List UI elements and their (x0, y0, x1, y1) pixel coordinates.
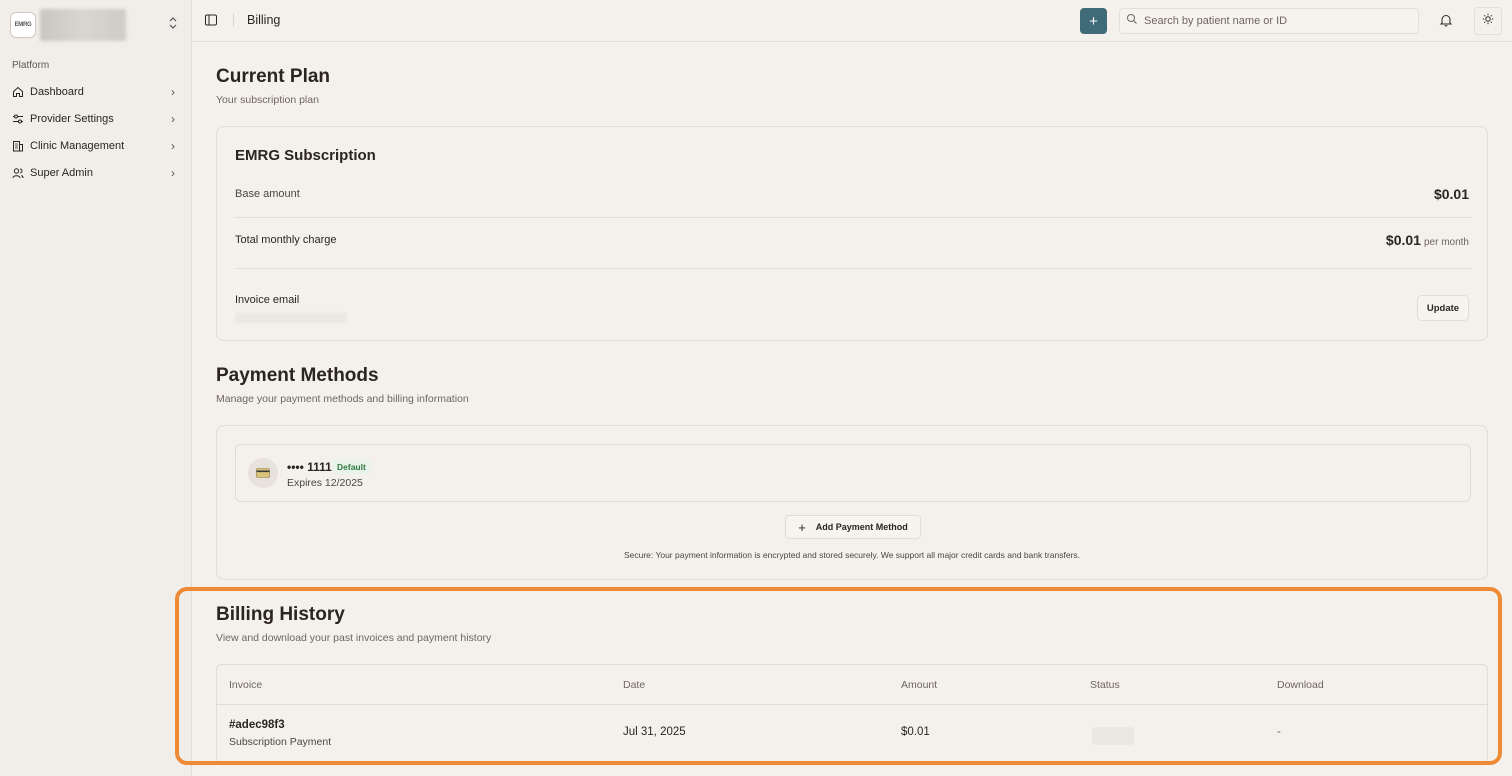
secure-note: Secure: Your payment information is encr… (623, 550, 1081, 560)
users-icon (12, 167, 24, 179)
sliders-icon (12, 113, 24, 125)
card-expiry: Expires 12/2025 (287, 477, 363, 489)
divider (235, 217, 1471, 218)
billing-history-highlight (175, 587, 1502, 765)
sidebar-item-label: Super Admin (30, 166, 93, 179)
theme-toggle-button[interactable] (1474, 7, 1502, 35)
building-icon (12, 140, 24, 152)
sidebar-toggle-icon[interactable] (204, 13, 218, 27)
chevron-right-icon: › (171, 84, 175, 99)
chevron-right-icon: › (171, 138, 175, 153)
credit-card-icon (248, 458, 278, 488)
subscription-card: EMRG Subscription Base amount $0.01 Tota… (216, 126, 1488, 341)
sidebar-item-dashboard[interactable]: Dashboard › (6, 78, 186, 105)
org-name-redacted (40, 9, 126, 41)
total-charge-value: $0.01 per month (1386, 232, 1469, 248)
search-bar[interactable] (1119, 8, 1419, 34)
page-title: Billing (247, 13, 281, 27)
add-payment-method-label: Add Payment Method (815, 522, 908, 532)
bell-icon[interactable] (1439, 13, 1453, 27)
total-charge-label: Total monthly charge (235, 234, 337, 246)
top-bar: Billing + (192, 0, 1512, 42)
card-number: •••• 1111 (287, 460, 332, 474)
total-charge-amount: $0.01 (1385, 232, 1421, 248)
sun-icon (1482, 12, 1494, 30)
add-button[interactable]: + (1080, 8, 1107, 34)
sidebar-item-label: Clinic Management (30, 139, 125, 152)
base-amount-label: Base amount (235, 188, 300, 200)
plus-icon: + (1089, 12, 1098, 30)
plan-name: EMRG Subscription (235, 147, 376, 164)
sidebar-item-label: Provider Settings (30, 112, 114, 125)
divider (233, 13, 234, 27)
org-switcher[interactable]: EMRG (10, 8, 182, 42)
current-plan-heading: Current Plan (216, 66, 331, 87)
sidebar: EMRG Platform Dashboard › Provider Setti… (0, 0, 192, 776)
per-month-suffix: per month (1423, 237, 1469, 248)
plus-icon: + (798, 519, 806, 535)
default-badge: Default (332, 460, 371, 474)
divider (235, 268, 1471, 269)
chevron-right-icon: › (171, 111, 175, 126)
base-amount-value: $0.01 (1433, 186, 1469, 202)
add-payment-method-button[interactable]: + Add Payment Method (785, 515, 921, 539)
search-input[interactable] (1144, 15, 1414, 27)
sidebar-item-provider-settings[interactable]: Provider Settings › (6, 105, 186, 132)
sidebar-item-clinic-management[interactable]: Clinic Management › (6, 132, 186, 159)
payment-methods-card: •••• 1111 Default Expires 12/2025 + Add … (216, 425, 1488, 580)
current-plan-subheading: Your subscription plan (216, 94, 319, 106)
payment-methods-heading: Payment Methods (216, 365, 379, 386)
invoice-email-label: Invoice email (235, 294, 300, 306)
home-icon (12, 86, 24, 98)
sidebar-nav: Dashboard › Provider Settings › Clinic M… (6, 78, 186, 186)
search-icon (1126, 12, 1138, 30)
section-label: Platform (12, 60, 50, 71)
org-logo: EMRG (10, 12, 36, 38)
chevrons-up-down-icon[interactable] (168, 16, 178, 33)
chevron-right-icon: › (171, 165, 175, 180)
payment-methods-subheading: Manage your payment methods and billing … (216, 393, 469, 405)
payment-method-item[interactable]: •••• 1111 Default Expires 12/2025 (235, 444, 1471, 502)
invoice-email-redacted (235, 313, 347, 323)
sidebar-item-label: Dashboard (30, 85, 84, 98)
update-email-button[interactable]: Update (1417, 295, 1469, 321)
sidebar-item-super-admin[interactable]: Super Admin › (6, 159, 186, 186)
